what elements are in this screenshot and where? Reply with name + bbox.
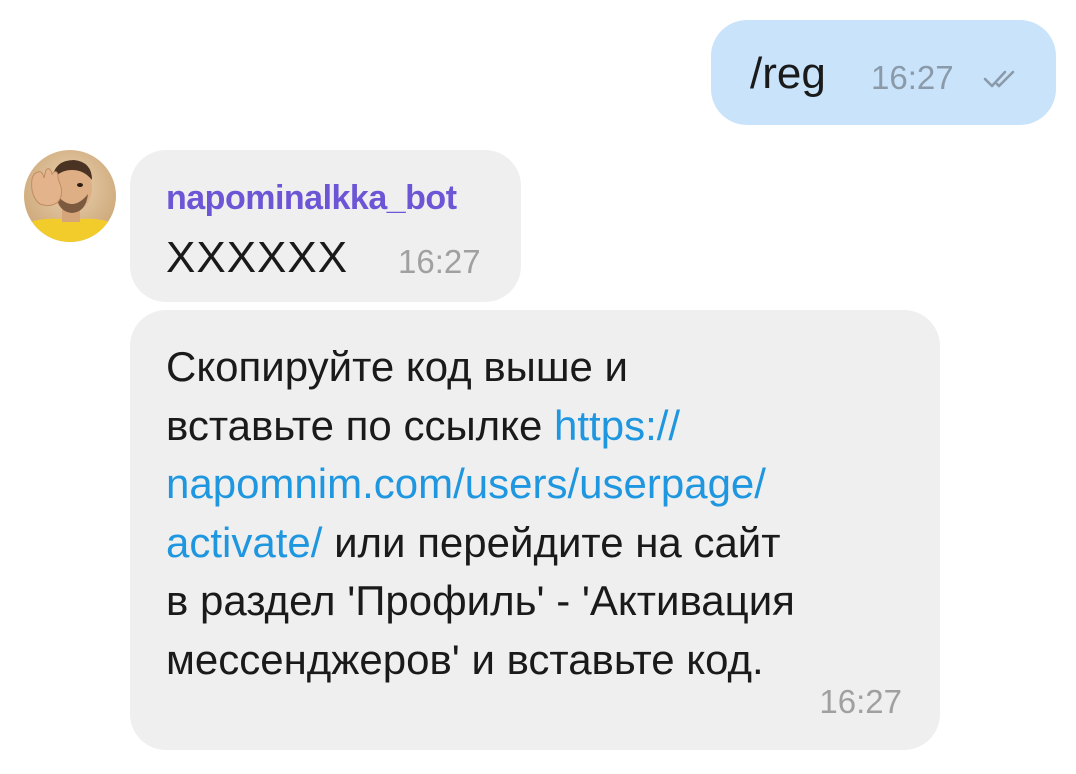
chat-area: /reg 16:27 napominalkka_bot XXXXXX 16:27… — [0, 0, 1076, 774]
message-text: Скопируйте код выше и вставьте по ссылке… — [166, 338, 886, 689]
message-line: activate/ или перейдите на сайт — [166, 514, 886, 573]
message-text: XXXXXX — [166, 233, 349, 282]
message-time: 16:27 — [398, 243, 481, 280]
message-link[interactable]: https:// — [554, 402, 680, 449]
bot-avatar[interactable] — [24, 150, 116, 242]
message-line-text: вставьте по ссылке — [166, 401, 555, 449]
message-line: в раздел 'Профиль' - 'Активация — [166, 577, 795, 624]
message-time: 16:27 — [819, 683, 902, 720]
message-line: napomnim.com/users/userpage/ — [166, 455, 886, 514]
outgoing-message-bubble[interactable]: /reg 16:27 — [711, 20, 1056, 125]
message-time: 16:27 — [871, 59, 954, 96]
double-check-icon — [983, 70, 1015, 88]
avatar-image — [24, 150, 116, 242]
message-line: мессенджеров' и вставьте код. — [166, 635, 764, 683]
incoming-message-bubble[interactable]: Скопируйте код выше и вставьте по ссылке… — [130, 310, 940, 750]
message-line-text: или перейдите на сайт — [322, 518, 781, 566]
incoming-message-bubble[interactable]: napominalkka_bot XXXXXX 16:27 — [130, 150, 521, 302]
message-link[interactable]: activate/ — [166, 519, 322, 566]
message-line: вставьте по ссылке https:// — [166, 397, 886, 456]
message-line: Скопируйте код выше и — [166, 343, 629, 390]
message-link[interactable]: napomnim.com/users/userpage/ — [166, 460, 766, 507]
message-text: /reg — [750, 49, 826, 98]
sender-name[interactable]: napominalkka_bot — [166, 178, 457, 218]
